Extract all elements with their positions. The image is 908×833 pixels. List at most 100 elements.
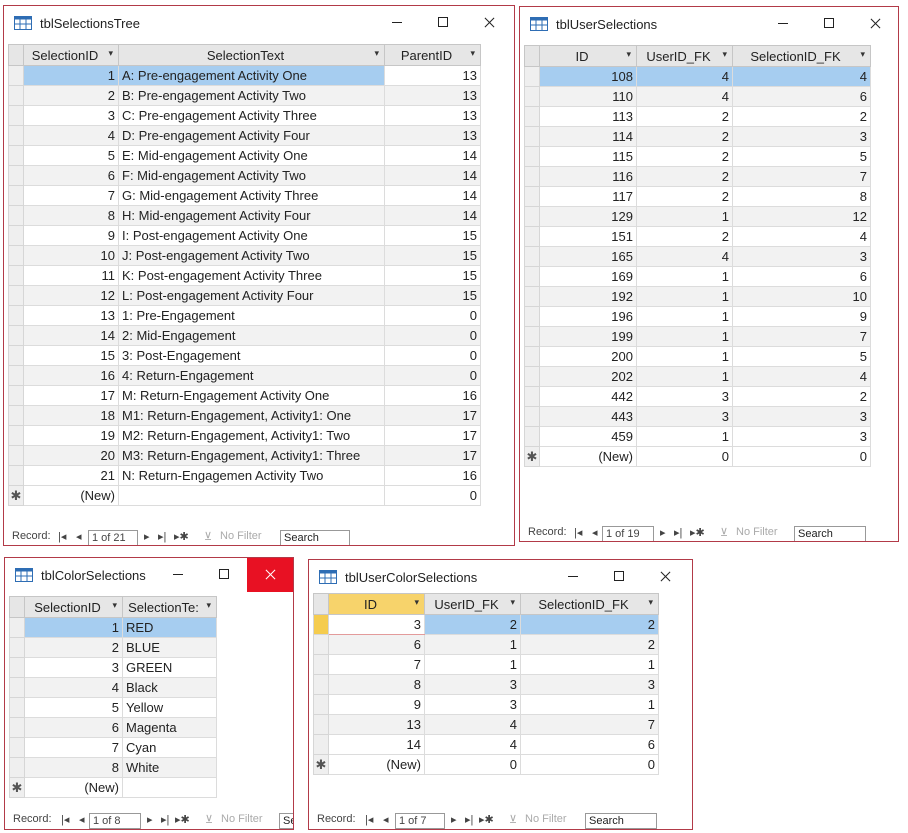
cell-selectiontext[interactable]: M1: Return-Engagement, Activity1: One [118, 405, 385, 426]
cell-selectionid-fk[interactable]: 1 [520, 694, 659, 715]
cell-selectionid[interactable]: 9 [23, 225, 119, 246]
record-selector[interactable] [524, 206, 540, 227]
record-selector[interactable] [8, 65, 24, 86]
cell-selectionte[interactable]: Magenta [122, 717, 217, 738]
record-selector[interactable] [8, 85, 24, 106]
cell-selectiontext[interactable]: 2: Mid-Engagement [118, 325, 385, 346]
new-record-cell[interactable]: 0 [520, 754, 659, 775]
cell-parentid[interactable]: 16 [384, 465, 481, 486]
table-row[interactable]: 11 K: Post-engagement Activity Three 15 [8, 265, 481, 286]
chevron-down-icon[interactable]: ▾ [108, 48, 113, 59]
record-selector[interactable] [313, 734, 329, 755]
cell-selectionid-fk[interactable]: 2 [732, 386, 871, 407]
record-selector[interactable] [8, 425, 24, 446]
cell-selectionid-fk[interactable]: 4 [732, 66, 871, 87]
cell-selectionid[interactable]: 4 [24, 677, 123, 698]
table-row[interactable]: 192 1 10 [524, 286, 871, 307]
record-selector[interactable] [8, 345, 24, 366]
cell-selectiontext[interactable]: D: Pre-engagement Activity Four [118, 125, 385, 146]
record-selector[interactable] [524, 366, 540, 387]
last-record-icon[interactable]: ▸| [674, 526, 682, 539]
maximize-button[interactable] [201, 558, 247, 592]
record-selector[interactable] [8, 145, 24, 166]
cell-parentid[interactable]: 0 [384, 305, 481, 326]
new-record-cell[interactable] [118, 485, 385, 506]
cell-selectionte[interactable]: Black [122, 677, 217, 698]
record-selector[interactable] [524, 226, 540, 247]
cell-id[interactable]: 116 [539, 166, 637, 187]
cell-selectionid[interactable]: 20 [23, 445, 119, 466]
record-selector[interactable] [524, 146, 540, 167]
record-selector[interactable] [524, 306, 540, 327]
cell-id[interactable]: 129 [539, 206, 637, 227]
record-selector[interactable] [524, 66, 540, 87]
select-all-corner[interactable] [9, 596, 25, 618]
chevron-down-icon[interactable]: ▾ [470, 48, 475, 59]
cell-id[interactable]: 114 [539, 126, 637, 147]
cell-selectiontext[interactable]: M: Return-Engagement Activity One [118, 385, 385, 406]
cell-parentid[interactable]: 16 [384, 385, 481, 406]
cell-selectionid[interactable]: 8 [23, 205, 119, 226]
cell-userid-fk[interactable]: 2 [424, 614, 521, 635]
cell-selectiontext[interactable]: J: Post-engagement Activity Two [118, 245, 385, 266]
record-selector[interactable] [524, 346, 540, 367]
column-header-selectionte[interactable]: SelectionTe: ▾ [122, 596, 217, 618]
previous-record-icon[interactable]: ◂ [76, 530, 82, 543]
cell-selectionid-fk[interactable]: 1 [520, 654, 659, 675]
cell-userid-fk[interactable]: 1 [424, 654, 521, 675]
first-record-icon[interactable]: |◂ [365, 813, 373, 826]
cell-userid-fk[interactable]: 1 [636, 426, 733, 447]
cell-userid-fk[interactable]: 2 [636, 186, 733, 207]
column-header-userid-fk[interactable]: UserID_FK ▾ [424, 593, 521, 615]
column-header-selectionid-fk[interactable]: SelectionID_FK ▾ [732, 45, 871, 67]
record-selector[interactable] [524, 266, 540, 287]
cell-parentid[interactable]: 15 [384, 225, 481, 246]
record-selector[interactable] [524, 106, 540, 127]
cell-selectionid[interactable]: 3 [24, 657, 123, 678]
record-selector[interactable] [313, 714, 329, 735]
cell-userid-fk[interactable]: 2 [636, 226, 733, 247]
cell-userid-fk[interactable]: 1 [636, 206, 733, 227]
cell-id[interactable]: 442 [539, 386, 637, 407]
cell-selectiontext[interactable]: M3: Return-Engagement, Activity1: Three [118, 445, 385, 466]
cell-userid-fk[interactable]: 2 [636, 146, 733, 167]
cell-parentid[interactable]: 0 [384, 325, 481, 346]
cell-selectionid-fk[interactable]: 7 [732, 166, 871, 187]
cell-userid-fk[interactable]: 3 [636, 386, 733, 407]
cell-selectionid-fk[interactable]: 6 [520, 734, 659, 755]
table-row[interactable]: 16 4: Return-Engagement 0 [8, 365, 481, 386]
record-selector[interactable] [524, 386, 540, 407]
record-selector[interactable] [8, 365, 24, 386]
chevron-down-icon[interactable]: ▾ [374, 48, 379, 59]
cell-selectiontext[interactable]: L: Post-engagement Activity Four [118, 285, 385, 306]
first-record-icon[interactable]: |◂ [61, 813, 69, 826]
cell-id[interactable]: 13 [328, 714, 425, 735]
cell-id[interactable]: 110 [539, 86, 637, 107]
cell-selectionid-fk[interactable]: 3 [732, 126, 871, 147]
no-filter-button[interactable]: No Filter [220, 530, 262, 542]
no-filter-button[interactable]: No Filter [736, 526, 778, 538]
chevron-down-icon[interactable]: ▾ [510, 597, 515, 608]
table-row[interactable]: 114 2 3 [524, 126, 871, 147]
column-header-selectiontext[interactable]: SelectionText ▾ [118, 44, 385, 66]
column-header-id[interactable]: ID ▾ [328, 593, 425, 615]
cell-selectionid[interactable]: 13 [23, 305, 119, 326]
table-row[interactable]: 165 4 3 [524, 246, 871, 267]
cell-selectionte[interactable]: Cyan [122, 737, 217, 758]
table-row[interactable]: 196 1 9 [524, 306, 871, 327]
table-row[interactable]: 10 J: Post-engagement Activity Two 15 [8, 245, 481, 266]
table-row[interactable]: 6 Magenta [9, 717, 217, 738]
record-selector[interactable] [8, 465, 24, 486]
datasheet-grid[interactable]: ID ▾ UserID_FK ▾ SelectionID_FK ▾ 3 2 2 6 1 2 7 1 1 8 3 3… [313, 593, 659, 775]
cell-selectionid[interactable]: 1 [24, 617, 123, 638]
column-header-selectionid[interactable]: SelectionID ▾ [23, 44, 119, 66]
cell-selectionid-fk[interactable]: 7 [520, 714, 659, 735]
record-selector[interactable] [9, 617, 25, 638]
cell-selectiontext[interactable]: I: Post-engagement Activity One [118, 225, 385, 246]
close-button[interactable] [466, 6, 512, 40]
close-button[interactable] [247, 558, 293, 592]
cell-selectionid[interactable]: 2 [24, 637, 123, 658]
cell-selectionid[interactable]: 18 [23, 405, 119, 426]
record-selector[interactable] [8, 265, 24, 286]
current-record-input[interactable]: 1 of 19 [602, 526, 654, 541]
